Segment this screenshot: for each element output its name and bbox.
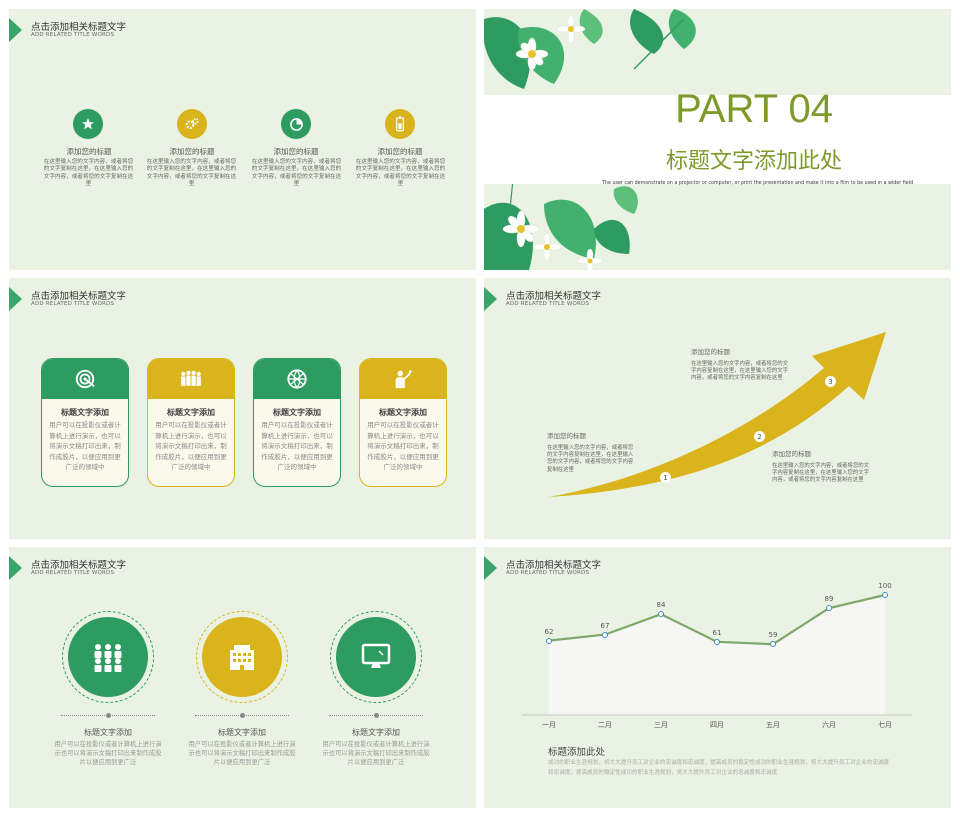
item-text: 在这里输入您的文字内容，或者将您的文字复制在这里，在这里输入您的文字内容，或者将…: [355, 159, 446, 188]
target-icon: [42, 359, 128, 399]
step-title: 添加您的标题: [547, 432, 586, 440]
growth-arrow: [549, 332, 886, 497]
header-title: 点击添加相关标题文字: [31, 22, 127, 33]
data-label: 61: [712, 628, 722, 637]
step-text: 在这里输入您的文字内容，或者将您的文字内容复制在这里，在这里输入您的文字内容，或…: [691, 361, 789, 382]
header-subtitle: ADD RELATED TITLE WORDS: [31, 32, 115, 38]
header-triangle: [9, 18, 22, 42]
data-point[interactable]: [882, 592, 888, 598]
feature-card: 标题文字添加 用户可以在投影仪或者计算机上进行演示，也可以将演示文稿打印出来，制…: [147, 358, 235, 487]
data-point[interactable]: [714, 638, 720, 645]
section-title: 标题文字添加此处: [665, 149, 842, 174]
floral-decoration: [484, 9, 951, 270]
card-title: 标题文字添加: [379, 408, 427, 417]
item-title: 添加您的标题: [273, 147, 319, 156]
feature-card: 标题文字添加 用户可以在投影仪或者计算机上进行演示，也可以将演示文稿打印出来，制…: [41, 358, 129, 487]
building-icon: [202, 617, 282, 697]
x-tick-label: 七月: [878, 721, 892, 729]
step-text: 在这里输入您的文字内容，或者将您的文字内容复制在这里，在这里输入您的文字内容，或…: [772, 463, 870, 484]
data-label: 84: [656, 601, 666, 610]
gears-icon: [177, 109, 207, 139]
globe-icon: [254, 359, 340, 399]
x-tick-label: 三月: [654, 721, 668, 729]
area-fill: [549, 595, 885, 715]
item-title: 标题文字添加: [218, 728, 266, 737]
slide-2: PART 04 标题文字添加此处 The user can demonstrat…: [484, 9, 951, 270]
step-title: 添加您的标题: [691, 348, 730, 356]
header-triangle: [9, 556, 22, 580]
step-text: 在这里输入您的文字内容，或者将您的文字内容复制在这里，在这里输入您的文字内容，或…: [547, 445, 634, 473]
item-text: 用户可以在投影仪或者计算机上进行演示也可以将演示文稿打印出来制作成胶片以便应用到…: [188, 741, 296, 766]
slide-1: 点击添加相关标题文字 ADD RELATED TITLE WORDS 添加您的标…: [9, 9, 476, 270]
header-title: 点击添加相关标题文字: [31, 560, 127, 571]
item-title: 添加您的标题: [377, 147, 423, 156]
x-tick-label: 一月: [542, 721, 556, 729]
item-text: 在这里输入您的文字内容，或者将您的文字复制在这里，在这里输入您的文字内容，或者将…: [43, 159, 134, 188]
item-title: 添加您的标题: [66, 147, 112, 156]
section-description: The user can demonstrate on a projector …: [602, 181, 914, 186]
data-label: 67: [600, 621, 610, 630]
battery-icon: [385, 109, 415, 139]
header-triangle: [9, 287, 22, 311]
slide-6: 点击添加相关标题文字 ADD RELATED TITLE WORDS 62 一月 6…: [484, 547, 951, 808]
card-title: 标题文字添加: [167, 408, 215, 417]
card-title: 标题文字添加: [273, 408, 321, 417]
presenter-icon: [360, 359, 446, 399]
slide-4: 点击添加相关标题文字 ADD RELATED TITLE WORDS 1 2 3…: [484, 278, 951, 539]
item-text: 在这里输入您的文字内容，或者将您的文字复制在这里，在这里输入您的文字内容，或者将…: [146, 159, 237, 188]
card-text: 用户可以在投影仪或者计算机上进行演示，也可以将演示文稿打印出来，制作成胶片，以便…: [261, 421, 333, 471]
item-title: 标题文字添加: [84, 728, 132, 737]
data-point[interactable]: [546, 637, 552, 644]
slide-3: 点击添加相关标题文字 ADD RELATED TITLE WORDS 标题文字添…: [9, 278, 476, 539]
pie-chart-icon: [281, 109, 311, 139]
x-tick-label: 六月: [822, 721, 836, 729]
feature-card: 标题文字添加 用户可以在投影仪或者计算机上进行演示，也可以将演示文稿打印出来，制…: [253, 358, 341, 487]
divider-dot: [106, 713, 111, 718]
divider-dot: [374, 713, 379, 718]
step-title: 添加您的标题: [772, 450, 811, 458]
divider-dot: [240, 713, 245, 718]
item-text: 在这里输入您的文字内容，或者将您的文字复制在这里，在这里输入您的文字内容，或者将…: [251, 159, 342, 188]
star-icon: [73, 109, 103, 139]
team-icon: [148, 359, 234, 399]
card-text: 用户可以在投影仪或者计算机上进行演示，也可以将演示文稿打印出来，制作成胶片，以便…: [367, 421, 439, 471]
step-badge: 3: [825, 376, 836, 387]
data-label: 100: [878, 582, 892, 590]
item-title: 标题文字添加: [352, 728, 400, 737]
item-text: 用户可以在投影仪或者计算机上进行演示也可以将演示文稿打印出来制作成胶片以便应用到…: [322, 741, 430, 766]
step-badge: 2: [754, 431, 765, 442]
item-text: 用户可以在投影仪或者计算机上进行演示也可以将演示文稿打印出来制作成胶片以便应用到…: [54, 741, 162, 766]
item-title: 添加您的标题: [169, 147, 215, 156]
data-label: 59: [768, 631, 778, 640]
x-tick-label: 四月: [710, 721, 724, 729]
header-subtitle: ADD RELATED TITLE WORDS: [31, 301, 115, 307]
data-point[interactable]: [602, 631, 608, 638]
chart-description: 成功的职业生涯规划，将大大提升员工对企业的忠诚度和忠诚度，提高成员的稳定性成功的…: [548, 760, 890, 776]
part-label: PART 04: [675, 87, 833, 131]
step-badge: 1: [660, 472, 671, 483]
chart-title: 标题添加此处: [548, 747, 606, 758]
card-title: 标题文字添加: [61, 408, 109, 417]
data-label: 89: [824, 595, 834, 604]
x-tick-label: 五月: [766, 721, 780, 729]
header-subtitle: ADD RELATED TITLE WORDS: [31, 570, 115, 576]
data-label: 62: [544, 627, 554, 636]
feature-card: 标题文字添加 用户可以在投影仪或者计算机上进行演示，也可以将演示文稿打印出来，制…: [359, 358, 447, 487]
slide-5: 点击添加相关标题文字 ADD RELATED TITLE WORDS 标题文字添…: [9, 547, 476, 808]
header-title: 点击添加相关标题文字: [31, 291, 127, 302]
card-text: 用户可以在投影仪或者计算机上进行演示，也可以将演示文稿打印出来，制作成胶片，以便…: [49, 421, 121, 471]
x-tick-label: 二月: [598, 721, 612, 729]
monitor-icon: [336, 617, 416, 697]
card-text: 用户可以在投影仪或者计算机上进行演示，也可以将演示文稿打印出来，制作成胶片，以便…: [155, 421, 227, 471]
people-icon: [68, 617, 148, 697]
